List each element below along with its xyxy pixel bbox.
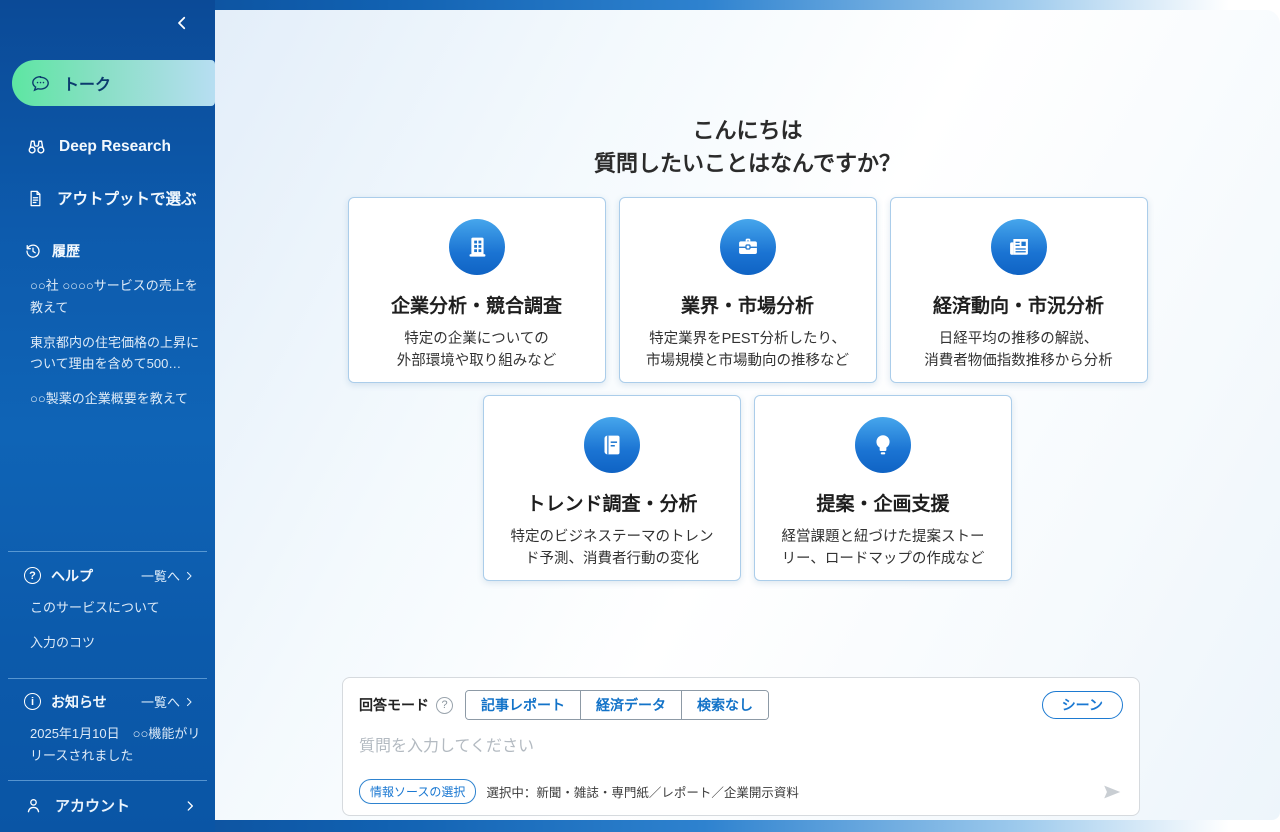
history-list: ○○社 ○○○○サービスの売上を教えて 東京都内の住宅価格の上昇について理由を含… <box>0 275 215 423</box>
card-proposal-planning-support[interactable]: 提案・企画支援 経営課題と紐づけた提案ストー リー、ロードマップの作成など <box>754 395 1012 581</box>
card-title: 業界・市場分析 <box>681 291 814 318</box>
help-list: このサービスについて 入力のコツ <box>0 598 215 668</box>
card-description: 日経平均の推移の解説、 消費者物価指数推移から分析 <box>924 329 1113 373</box>
sidebar-item-label: アウトプットで選ぶ <box>57 187 197 209</box>
mode-article-report-button[interactable]: 記事レポート <box>466 691 581 719</box>
briefcase-icon <box>720 219 776 275</box>
card-economic-trends-analysis[interactable]: 経済動向・市況分析 日経平均の推移の解説、 消費者物価指数推移から分析 <box>890 197 1148 383</box>
lightbulb-icon <box>855 417 911 473</box>
chevron-right-icon <box>183 799 197 813</box>
book-icon <box>584 417 640 473</box>
mode-no-search-button[interactable]: 検索なし <box>682 691 768 719</box>
history-title: 履歴 <box>52 241 80 261</box>
card-industry-market-analysis[interactable]: 業界・市場分析 特定業界をPEST分析したり、 市場規模と市場動向の推移など <box>619 197 877 383</box>
card-trend-research-analysis[interactable]: トレンド調査・分析 特定のビジネステーマのトレン ド予測、消費者行動の変化 <box>483 395 741 581</box>
news-item[interactable]: 2025年1月10日 ○○機能がリリースされました <box>30 723 201 769</box>
question-composer: 回答モード ? 記事レポート 経済データ 検索なし シーン 情報ソースの選択 選… <box>342 677 1140 816</box>
card-title: 経済動向・市況分析 <box>933 291 1104 318</box>
card-description: 特定のビジネステーマのトレン ド予測、消費者行動の変化 <box>511 527 714 571</box>
greeting-line1: こんにちは <box>215 114 1280 147</box>
help-item[interactable]: 入力のコツ <box>30 633 201 654</box>
speech-bubble-icon <box>30 73 51 94</box>
source-row: 情報ソースの選択 選択中：新聞・雑誌・専門紙／レポート／企業開示資料 <box>359 779 1123 804</box>
info-circle-icon: i <box>24 693 41 710</box>
send-button[interactable] <box>1101 781 1123 803</box>
person-icon <box>24 796 43 815</box>
chevron-left-icon <box>173 14 191 32</box>
sidebar-collapse-button[interactable] <box>0 0 215 46</box>
mode-economic-data-button[interactable]: 経済データ <box>581 691 682 719</box>
history-item[interactable]: ○○社 ○○○○サービスの売上を教えて <box>30 275 201 319</box>
news-section-header: i お知らせ 一覧へ <box>0 692 215 712</box>
chevron-right-icon <box>183 696 195 708</box>
answer-mode-help-icon[interactable]: ? <box>436 697 453 714</box>
history-icon <box>24 242 42 260</box>
question-circle-icon: ? <box>24 567 41 584</box>
news-see-all-link[interactable]: 一覧へ <box>141 692 195 711</box>
sidebar-item-choose-output[interactable]: アウトプットで選ぶ <box>0 187 215 209</box>
card-title: 提案・企画支援 <box>816 489 949 516</box>
account-label: アカウント <box>55 795 130 816</box>
help-section-header: ? ヘルプ 一覧へ <box>0 566 215 586</box>
binoculars-icon <box>26 136 47 157</box>
history-item[interactable]: 東京都内の住宅価格の上昇について理由を含めて500… <box>30 332 201 376</box>
building-icon <box>449 219 505 275</box>
source-status-text: 選択中：新聞・雑誌・専門紙／レポート／企業開示資料 <box>486 782 799 801</box>
divider <box>8 780 207 781</box>
help-item[interactable]: このサービスについて <box>30 598 201 619</box>
sidebar-item-talk[interactable]: トーク <box>12 60 215 106</box>
suggestion-cards-row-2: トレンド調査・分析 特定のビジネステーマのトレン ド予測、消費者行動の変化 提案… <box>215 395 1280 581</box>
divider <box>8 551 207 552</box>
greeting: こんにちは 質問したいことはなんですか？ <box>215 114 1280 180</box>
card-description: 経営課題と紐づけた提案ストー リー、ロードマップの作成など <box>782 527 985 571</box>
card-company-analysis[interactable]: 企業分析・競合調査 特定の企業についての 外部環境や取り組みなど <box>348 197 606 383</box>
card-description: 特定業界をPEST分析したり、 市場規模と市場動向の推移など <box>646 329 849 373</box>
send-icon <box>1101 781 1123 803</box>
answer-mode-segmented-control: 記事レポート 経済データ 検索なし <box>465 690 769 720</box>
newspaper-icon <box>991 219 1047 275</box>
scene-button[interactable]: シーン <box>1042 691 1123 719</box>
answer-mode-label: 回答モード <box>359 695 429 715</box>
sidebar-item-account[interactable]: アカウント <box>0 795 215 816</box>
help-see-all-link[interactable]: 一覧へ <box>141 566 195 585</box>
sidebar-item-label: トーク <box>63 71 111 95</box>
sidebar: トーク Deep Research アウトプットで選ぶ 履歴 ○○社 ○○○○サ… <box>0 0 215 832</box>
chevron-right-icon <box>183 570 195 582</box>
source-select-button[interactable]: 情報ソースの選択 <box>359 779 476 804</box>
help-title: ヘルプ <box>51 566 93 586</box>
history-section-header: 履歴 <box>0 241 215 261</box>
greeting-line2: 質問したいことはなんですか？ <box>215 147 1280 180</box>
sidebar-item-label: Deep Research <box>59 138 171 156</box>
history-item[interactable]: ○○製薬の企業概要を教えて <box>30 388 201 410</box>
card-title: 企業分析・競合調査 <box>391 291 562 318</box>
card-description: 特定の企業についての 外部環境や取り組みなど <box>397 329 557 373</box>
question-input[interactable] <box>359 732 1123 772</box>
card-title: トレンド調査・分析 <box>526 489 697 516</box>
document-icon <box>26 189 45 208</box>
divider <box>8 678 207 679</box>
suggestion-cards-row-1: 企業分析・競合調査 特定の企業についての 外部環境や取り組みなど 業界・市場分析… <box>215 197 1280 383</box>
main-panel: こんにちは 質問したいことはなんですか？ 企業分析・競合調査 特定の企業について… <box>215 10 1280 820</box>
news-title: お知らせ <box>51 692 107 712</box>
sidebar-item-deep-research[interactable]: Deep Research <box>0 136 215 157</box>
answer-mode-row: 回答モード ? 記事レポート 経済データ 検索なし シーン <box>359 690 1123 720</box>
